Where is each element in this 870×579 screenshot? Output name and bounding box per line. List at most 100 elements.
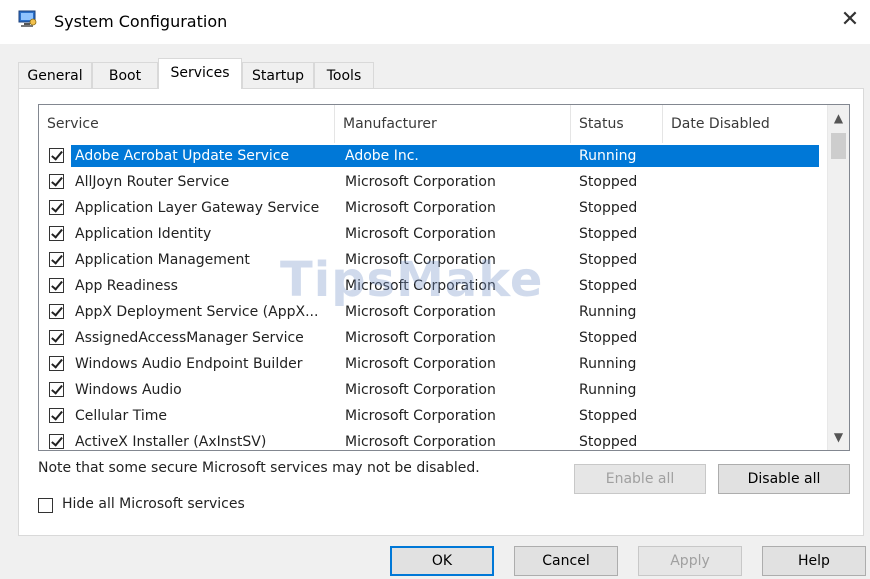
- service-checkbox[interactable]: [49, 174, 64, 189]
- enable-all-button[interactable]: Enable all: [574, 464, 706, 494]
- disable-all-button[interactable]: Disable all: [718, 464, 850, 494]
- service-checkbox[interactable]: [49, 434, 64, 449]
- tab-startup[interactable]: Startup: [242, 62, 314, 88]
- services-list[interactable]: Service Manufacturer Status Date Disable…: [38, 104, 850, 451]
- service-status: Stopped: [579, 408, 638, 424]
- service-checkbox[interactable]: [49, 330, 64, 345]
- table-row[interactable]: Windows Audio Endpoint Builder Microsoft…: [39, 351, 827, 377]
- service-date-disabled: [671, 325, 821, 351]
- column-header-date-disabled[interactable]: Date Disabled: [663, 105, 827, 143]
- service-date-disabled: [671, 403, 821, 429]
- service-status: Running: [579, 382, 637, 398]
- service-name: Cellular Time: [75, 408, 167, 424]
- service-name: App Readiness: [75, 278, 178, 294]
- service-status: Stopped: [579, 330, 638, 346]
- list-header: Service Manufacturer Status Date Disable…: [39, 105, 827, 143]
- vertical-scrollbar[interactable]: ▲ ▼: [827, 105, 849, 450]
- secure-services-note: Note that some secure Microsoft services…: [38, 460, 480, 476]
- table-row[interactable]: Application Identity Microsoft Corporati…: [39, 221, 827, 247]
- service-checkbox[interactable]: [49, 408, 64, 423]
- service-manufacturer: Adobe Inc.: [345, 148, 419, 164]
- service-date-disabled: [671, 143, 821, 169]
- tab-general[interactable]: General: [18, 62, 92, 88]
- service-manufacturer: Microsoft Corporation: [345, 304, 496, 320]
- rows-container: Adobe Acrobat Update Service Adobe Inc. …: [39, 143, 827, 450]
- service-manufacturer: Microsoft Corporation: [345, 382, 496, 398]
- service-manufacturer: Microsoft Corporation: [345, 252, 496, 268]
- help-button[interactable]: Help: [762, 546, 866, 576]
- title-bar: System Configuration ✕: [0, 0, 870, 44]
- service-date-disabled: [671, 247, 821, 273]
- chevron-up-icon[interactable]: ▲: [828, 105, 849, 131]
- window-title: System Configuration: [54, 12, 228, 31]
- service-checkbox[interactable]: [49, 356, 64, 371]
- service-checkbox[interactable]: [49, 200, 64, 215]
- service-name: Windows Audio Endpoint Builder: [75, 356, 303, 372]
- table-row[interactable]: AssignedAccessManager Service Microsoft …: [39, 325, 827, 351]
- service-status: Stopped: [579, 174, 638, 190]
- service-date-disabled: [671, 377, 821, 403]
- service-checkbox[interactable]: [49, 252, 64, 267]
- service-status: Running: [579, 304, 637, 320]
- service-date-disabled: [671, 221, 821, 247]
- tab-tools[interactable]: Tools: [314, 62, 374, 88]
- service-date-disabled: [671, 169, 821, 195]
- service-checkbox[interactable]: [49, 382, 64, 397]
- column-header-status[interactable]: Status: [571, 105, 663, 143]
- service-manufacturer: Microsoft Corporation: [345, 200, 496, 216]
- service-date-disabled: [671, 351, 821, 377]
- service-manufacturer: Microsoft Corporation: [345, 174, 496, 190]
- table-row[interactable]: App Readiness Microsoft Corporation Stop…: [39, 273, 827, 299]
- tab-boot[interactable]: Boot: [92, 62, 158, 88]
- column-header-manufacturer[interactable]: Manufacturer: [335, 105, 571, 143]
- service-status: Stopped: [579, 226, 638, 242]
- service-name: AssignedAccessManager Service: [75, 330, 304, 346]
- service-name: Application Management: [75, 252, 250, 268]
- service-name: Application Layer Gateway Service: [75, 200, 320, 216]
- service-name: ActiveX Installer (AxInstSV): [75, 434, 267, 450]
- service-status: Running: [579, 356, 637, 372]
- hide-microsoft-services-label[interactable]: Hide all Microsoft services: [62, 496, 245, 512]
- service-manufacturer: Microsoft Corporation: [345, 356, 496, 372]
- table-row[interactable]: Windows Audio Microsoft Corporation Runn…: [39, 377, 827, 403]
- service-checkbox[interactable]: [49, 226, 64, 241]
- service-manufacturer: Microsoft Corporation: [345, 330, 496, 346]
- close-icon[interactable]: ✕: [838, 6, 862, 34]
- system-config-icon: [18, 10, 37, 27]
- service-date-disabled: [671, 195, 821, 221]
- cancel-button[interactable]: Cancel: [514, 546, 618, 576]
- table-row[interactable]: Application Management Microsoft Corpora…: [39, 247, 827, 273]
- service-name: AppX Deployment Service (AppX...: [75, 304, 319, 320]
- service-status: Stopped: [579, 278, 638, 294]
- service-manufacturer: Microsoft Corporation: [345, 408, 496, 424]
- service-status: Stopped: [579, 434, 638, 450]
- table-row[interactable]: ActiveX Installer (AxInstSV) Microsoft C…: [39, 429, 827, 450]
- tab-services[interactable]: Services: [158, 58, 242, 89]
- chevron-down-icon[interactable]: ▼: [828, 424, 849, 450]
- service-status: Stopped: [579, 252, 638, 268]
- service-manufacturer: Microsoft Corporation: [345, 226, 496, 242]
- service-name: AllJoyn Router Service: [75, 174, 230, 190]
- service-manufacturer: Microsoft Corporation: [345, 278, 496, 294]
- hide-microsoft-services-checkbox[interactable]: [38, 498, 53, 513]
- service-name: Adobe Acrobat Update Service: [75, 148, 290, 164]
- scroll-thumb[interactable]: [831, 133, 846, 159]
- ok-button[interactable]: OK: [390, 546, 494, 576]
- service-date-disabled: [671, 429, 821, 450]
- service-date-disabled: [671, 273, 821, 299]
- service-manufacturer: Microsoft Corporation: [345, 434, 496, 450]
- service-name: Windows Audio: [75, 382, 182, 398]
- table-row[interactable]: Adobe Acrobat Update Service Adobe Inc. …: [39, 143, 827, 169]
- service-status: Stopped: [579, 200, 638, 216]
- service-checkbox[interactable]: [49, 148, 64, 163]
- column-header-service[interactable]: Service: [39, 105, 335, 143]
- table-row[interactable]: AppX Deployment Service (AppX... Microso…: [39, 299, 827, 325]
- apply-button[interactable]: Apply: [638, 546, 742, 576]
- service-checkbox[interactable]: [49, 278, 64, 293]
- service-checkbox[interactable]: [49, 304, 64, 319]
- service-name: Application Identity: [75, 226, 212, 242]
- table-row[interactable]: Cellular Time Microsoft Corporation Stop…: [39, 403, 827, 429]
- service-date-disabled: [671, 299, 821, 325]
- table-row[interactable]: Application Layer Gateway Service Micros…: [39, 195, 827, 221]
- table-row[interactable]: AllJoyn Router Service Microsoft Corpora…: [39, 169, 827, 195]
